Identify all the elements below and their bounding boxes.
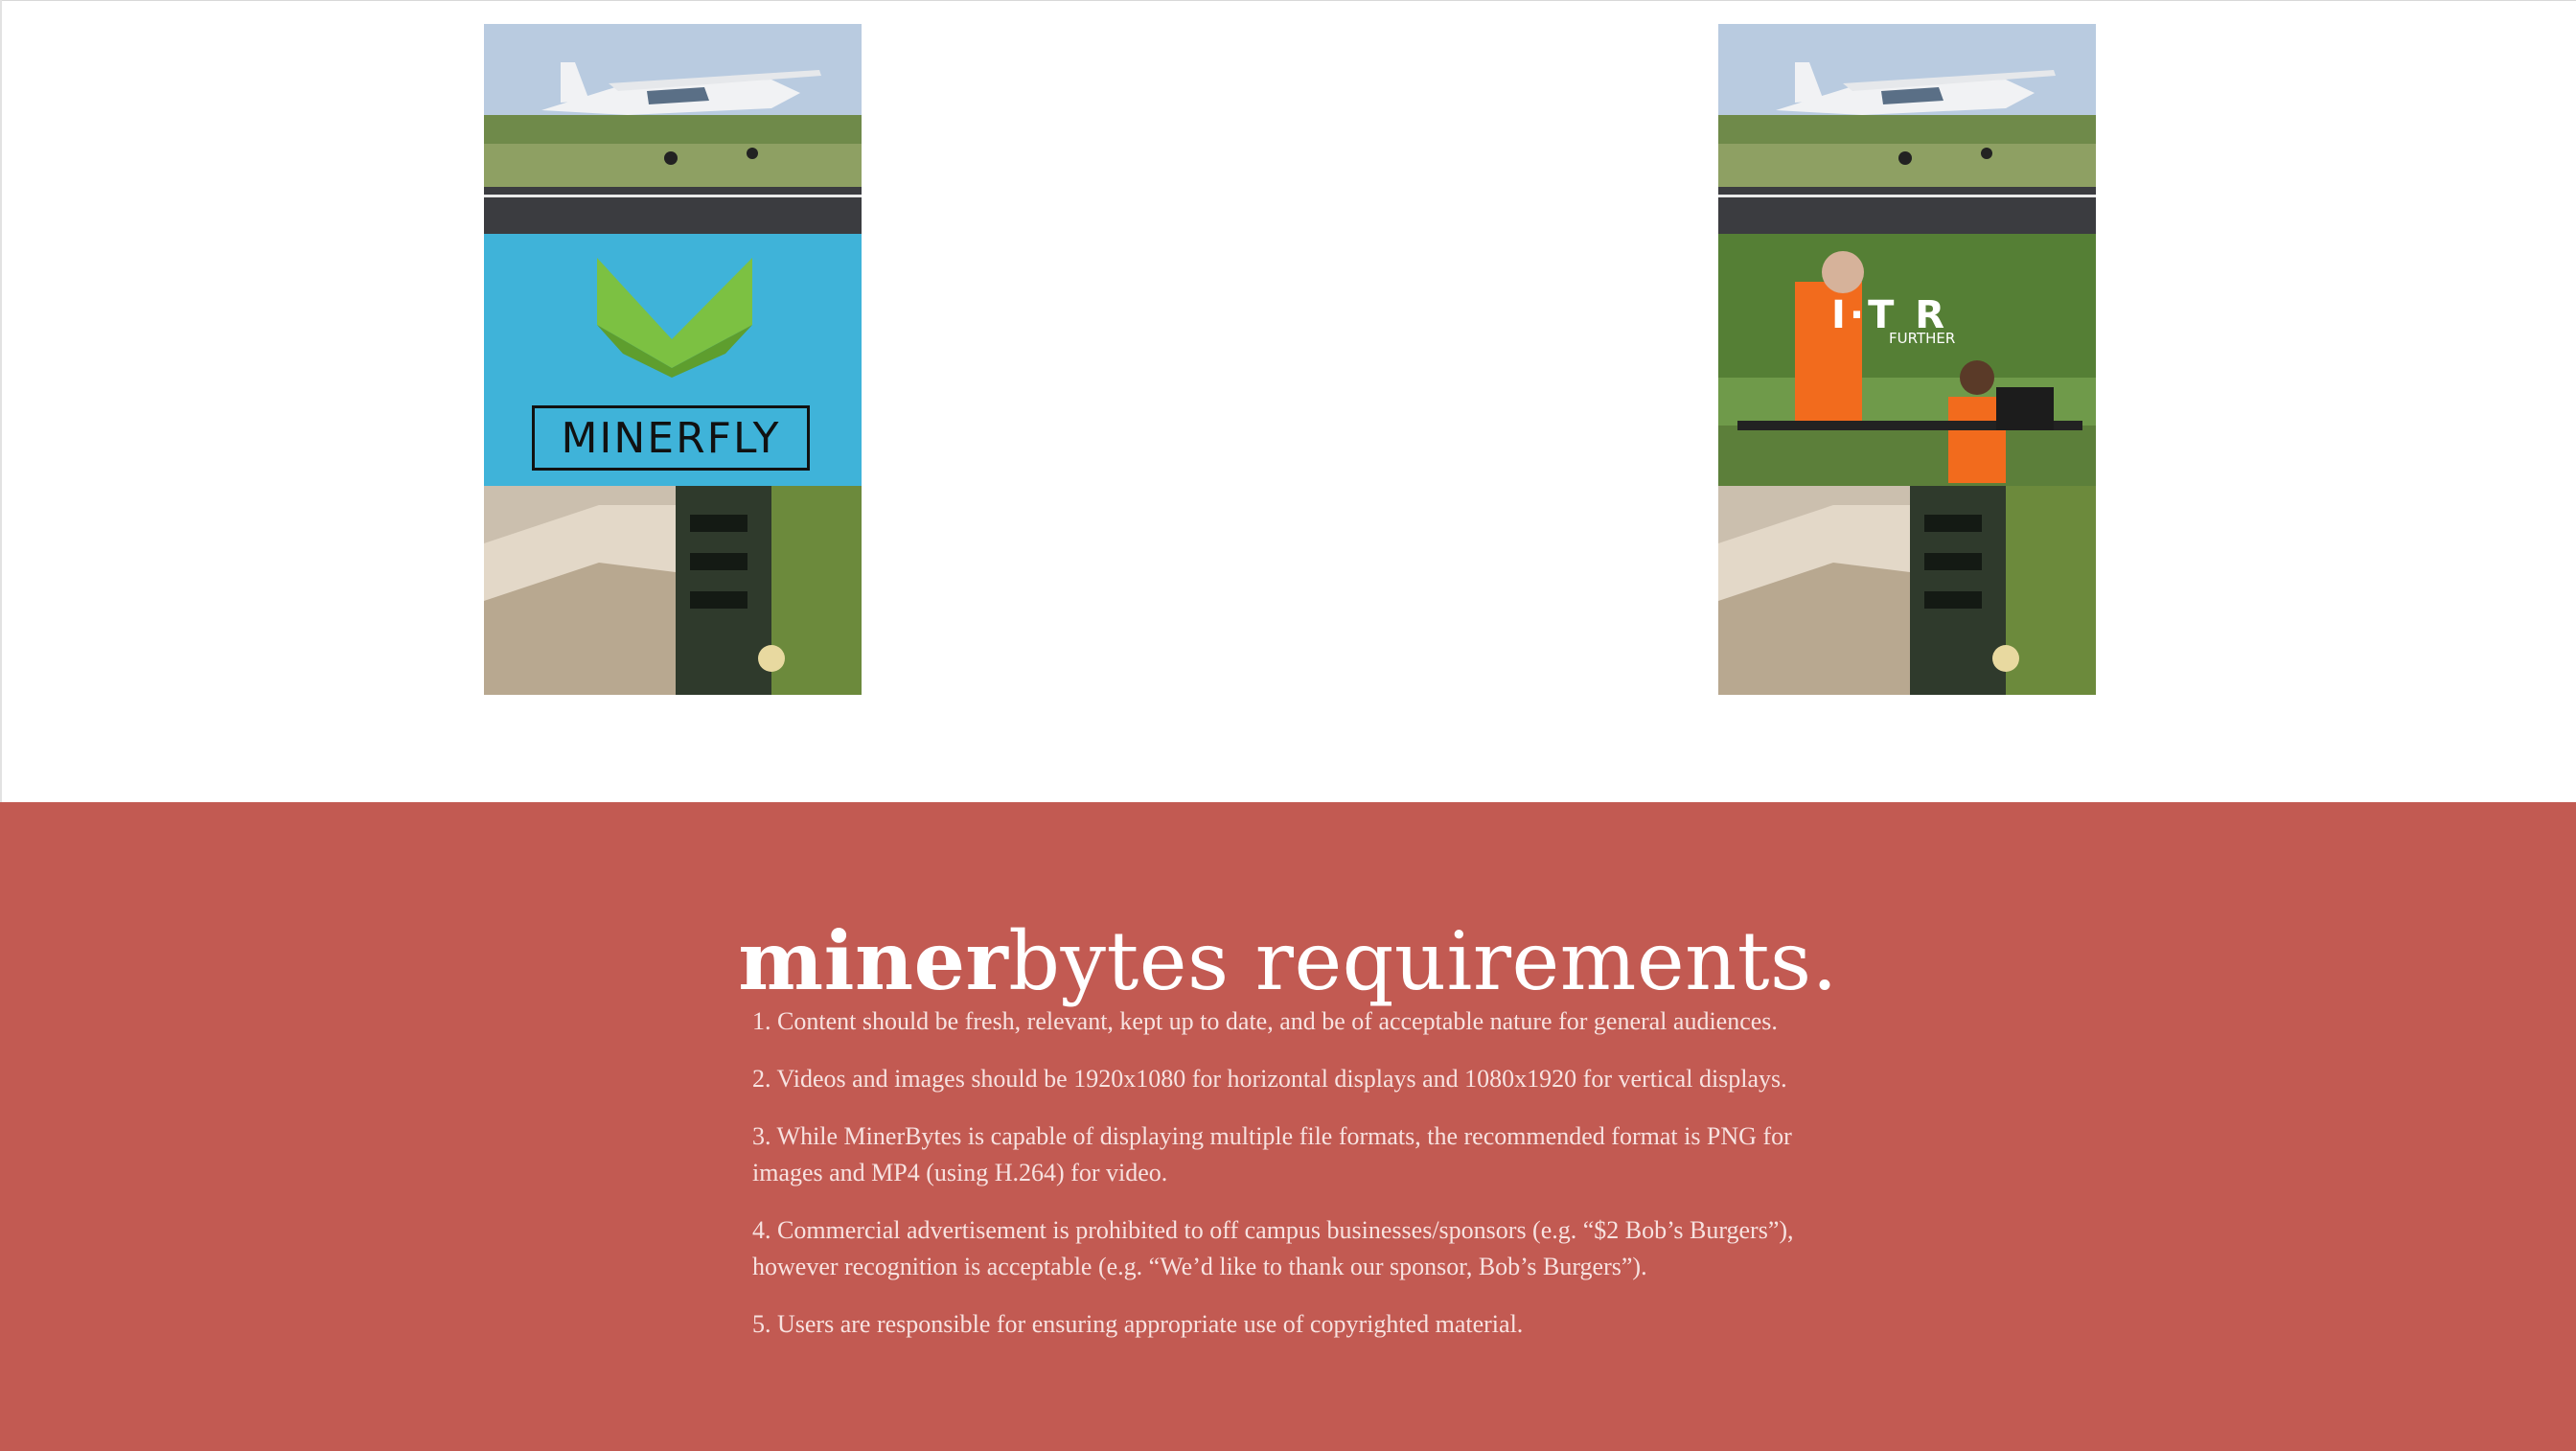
minerfly-logo-text: MINERFLY xyxy=(532,405,810,471)
requirements-list: 1. Content should be fresh, relevant, ke… xyxy=(752,1003,1826,1364)
drone-tagline-text: FURTHER xyxy=(1889,330,1956,347)
requirements-title-strong: miner xyxy=(738,913,1009,1009)
requirement-item: 4. Commercial advertisement is prohibite… xyxy=(752,1216,1794,1280)
page-top-border xyxy=(0,0,2576,1)
drone-research-image: I·T R FURTHER xyxy=(1718,234,2096,486)
airplane-image xyxy=(484,24,862,234)
requirement-item: 3. While MinerBytes is capable of displa… xyxy=(752,1122,1792,1186)
minerfly-image: MINERFLY xyxy=(484,234,862,486)
vertical-display-preview-left: MINERFLY xyxy=(484,24,862,695)
airplane-image xyxy=(1718,24,2096,234)
server-hardware-image xyxy=(484,486,862,695)
requirement-item: 5. Users are responsible for ensuring ap… xyxy=(752,1310,1524,1338)
requirements-title: minerbytes requirements. xyxy=(0,913,2576,1008)
vertical-display-preview-right: I·T R FURTHER xyxy=(1718,24,2096,695)
requirement-item: 1. Content should be fresh, relevant, ke… xyxy=(752,1007,1778,1035)
requirement-item: 2. Videos and images should be 1920x1080… xyxy=(752,1065,1787,1093)
server-hardware-image xyxy=(1718,486,2096,695)
requirements-section: minerbytes requirements. 1. Content shou… xyxy=(0,802,2576,1451)
requirements-title-rest: bytes requirements. xyxy=(1008,914,1838,1009)
